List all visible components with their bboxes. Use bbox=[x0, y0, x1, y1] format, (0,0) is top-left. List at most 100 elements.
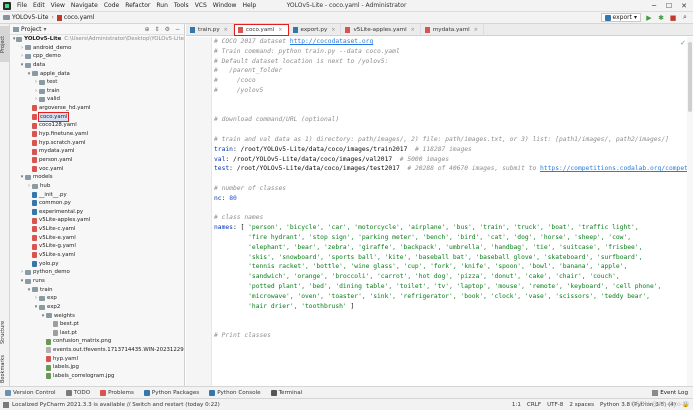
tool-tab-python-console[interactable]: Python Console bbox=[204, 389, 265, 396]
tree-file[interactable]: v5Lite-c.yaml bbox=[10, 225, 184, 234]
menu-item-file[interactable]: File bbox=[14, 2, 30, 9]
indent-setting[interactable]: 2 spaces bbox=[569, 402, 594, 408]
tree-item-path: C:\Users\Administrator\Desktop\YOLOv5-Li… bbox=[64, 36, 184, 42]
menu-item-vcs[interactable]: VCS bbox=[192, 2, 210, 9]
structure-tool-tab[interactable]: Structure bbox=[0, 314, 10, 350]
menu-item-refactor[interactable]: Refactor bbox=[122, 2, 153, 9]
locate-icon[interactable]: ⊕ bbox=[145, 26, 150, 33]
event-log-tab[interactable]: Event Log bbox=[652, 389, 693, 396]
tree-folder[interactable]: › valid bbox=[10, 95, 184, 104]
tool-tab-python-packages[interactable]: Python Packages bbox=[139, 389, 204, 396]
tree-file[interactable]: yolo.py bbox=[10, 260, 184, 269]
tree-folder[interactable]: › android_demo bbox=[10, 44, 184, 53]
menu-item-navigate[interactable]: Navigate bbox=[68, 2, 101, 9]
menu-item-edit[interactable]: Edit bbox=[30, 2, 48, 9]
tree-file[interactable]: events.out.tfevents.1713714435.WIN-20231… bbox=[10, 346, 184, 355]
tree-file[interactable]: v5Lite-g.yaml bbox=[10, 242, 184, 251]
minimize-button[interactable]: ─ bbox=[647, 0, 661, 12]
project-tool-tab[interactable]: Project bbox=[0, 26, 10, 62]
tree-folder[interactable]: ▾ weights bbox=[10, 312, 184, 321]
tree-file[interactable]: confusion_matrix.png bbox=[10, 337, 184, 346]
collapse-all-icon[interactable]: ⇕ bbox=[155, 26, 160, 33]
tree-folder[interactable]: ▾ exp2 bbox=[10, 303, 184, 312]
caret-position[interactable]: 1:1 bbox=[512, 402, 521, 408]
menu-item-help[interactable]: Help bbox=[239, 2, 259, 9]
line-separator[interactable]: CRLF bbox=[527, 402, 541, 408]
maximize-button[interactable]: ☐ bbox=[662, 0, 676, 12]
tree-file[interactable]: v5Lite-s.yaml bbox=[10, 251, 184, 260]
tree-file[interactable]: hyp.finetune.yaml bbox=[10, 130, 184, 139]
tree-file[interactable]: best.pt bbox=[10, 320, 184, 329]
tree-file[interactable]: v5Lite-apples.yaml bbox=[10, 216, 184, 225]
close-icon[interactable]: × bbox=[331, 27, 335, 33]
bookmarks-tool-tab[interactable]: Bookmarks bbox=[0, 352, 10, 386]
close-icon[interactable]: × bbox=[224, 27, 228, 33]
code-editor[interactable]: # COCO 2017 dataset http://cocodataset.o… bbox=[214, 37, 691, 386]
file-encoding[interactable]: UTF-8 bbox=[547, 402, 563, 408]
tree-file[interactable]: __init__.py bbox=[10, 191, 184, 200]
gear-icon[interactable]: ⚙ bbox=[165, 26, 170, 33]
breadcrumb-project[interactable]: YOLOv5-Lite bbox=[12, 14, 49, 21]
project-panel-title[interactable]: Project bbox=[21, 26, 42, 33]
tree-file[interactable]: coco128.yaml bbox=[10, 121, 184, 130]
menu-item-code[interactable]: Code bbox=[101, 2, 122, 9]
tree-folder[interactable]: › python_demo bbox=[10, 268, 184, 277]
tree-file[interactable]: common.py bbox=[10, 199, 184, 208]
menu-item-tools[interactable]: Tools bbox=[171, 2, 192, 9]
tool-tab-terminal[interactable]: Terminal bbox=[266, 389, 308, 396]
tree-file[interactable]: v5Lite-e.yaml bbox=[10, 234, 184, 243]
tree-file[interactable]: hyp.yaml bbox=[10, 355, 184, 364]
editor-tab[interactable]: mydata.yaml × bbox=[421, 24, 484, 36]
code-token[interactable]: http://cocodataset.org bbox=[290, 38, 373, 45]
tree-folder[interactable]: › hub bbox=[10, 182, 184, 191]
tree-file[interactable]: mydata.yaml bbox=[10, 147, 184, 156]
tree-folder[interactable]: ▾ data bbox=[10, 61, 184, 70]
tree-folder[interactable]: › train bbox=[10, 87, 184, 96]
run-config-select[interactable]: export ▾ bbox=[600, 13, 641, 22]
editor-tab[interactable]: export.py × bbox=[289, 24, 342, 36]
breadcrumb-file[interactable]: coco.yaml bbox=[64, 14, 94, 21]
tree-folder[interactable]: ▾ apple_data bbox=[10, 70, 184, 79]
tree-folder[interactable]: › test bbox=[10, 78, 184, 87]
tool-tab-version-control[interactable]: Version Control bbox=[0, 389, 61, 396]
tree-folder[interactable]: ▾ runs bbox=[10, 277, 184, 286]
tree-folder[interactable]: ▾ YOLOv5-Lite C:\Users\Administrator\Deskt… bbox=[10, 35, 184, 44]
tree-folder[interactable]: ▾ train bbox=[10, 286, 184, 295]
editor-scroll-thumb[interactable] bbox=[688, 42, 692, 112]
close-icon[interactable]: × bbox=[278, 27, 282, 33]
editor-tab[interactable]: coco.yaml × bbox=[233, 24, 289, 36]
code-line: # Default dataset location is next to /y… bbox=[214, 57, 691, 67]
run-icon[interactable]: ▶ bbox=[645, 14, 653, 22]
close-icon[interactable]: × bbox=[474, 27, 478, 33]
tree-folder[interactable]: › exp bbox=[10, 294, 184, 303]
debug-icon[interactable]: ✱ bbox=[657, 14, 665, 22]
tree-file[interactable]: coco.yaml bbox=[10, 111, 184, 123]
tree-file[interactable]: labels.jpg bbox=[10, 363, 184, 372]
menu-item-window[interactable]: Window bbox=[210, 2, 240, 9]
tool-tab-todo[interactable]: TODO bbox=[61, 389, 96, 396]
editor-tab[interactable]: train.py × bbox=[186, 24, 234, 36]
menu-item-run[interactable]: Run bbox=[153, 2, 171, 9]
editor-tab[interactable]: v5Lite-apples.yaml × bbox=[341, 24, 421, 36]
search-icon[interactable]: ⌕ bbox=[681, 13, 689, 22]
tree-file[interactable]: labels_correlogram.jpg bbox=[10, 372, 184, 381]
tree-file[interactable]: voc.yaml bbox=[10, 165, 184, 174]
tree-folder[interactable]: ▾ models bbox=[10, 173, 184, 182]
tree-file[interactable]: hyp.scratch.yaml bbox=[10, 139, 184, 148]
close-icon[interactable]: × bbox=[411, 27, 415, 33]
stop-icon[interactable]: ■ bbox=[669, 14, 677, 22]
tool-tab-problems[interactable]: Problems bbox=[95, 389, 139, 396]
inspection-ok-icon[interactable]: ✓ bbox=[680, 39, 686, 47]
code-token[interactable]: https://competitions.codalab.org/competi… bbox=[540, 165, 691, 172]
tree-folder[interactable]: › cpp_demo bbox=[10, 52, 184, 61]
hide-icon[interactable]: − bbox=[175, 26, 180, 33]
chevron-down-icon[interactable]: ▾ bbox=[44, 26, 47, 33]
tree-file[interactable]: argoverse_hd.yaml bbox=[10, 104, 184, 113]
status-message[interactable]: Localized PyCharm 2021.3.3 is available … bbox=[0, 401, 220, 408]
tree-file[interactable]: last.pt bbox=[10, 329, 184, 338]
code-token: 'skis', 'snowboard', 'sports ball', 'kit… bbox=[248, 253, 643, 261]
tree-file[interactable]: person.yaml bbox=[10, 156, 184, 165]
menu-item-view[interactable]: View bbox=[48, 2, 68, 9]
close-button[interactable]: ✕ bbox=[677, 0, 691, 12]
tree-file[interactable]: experimental.py bbox=[10, 208, 184, 217]
